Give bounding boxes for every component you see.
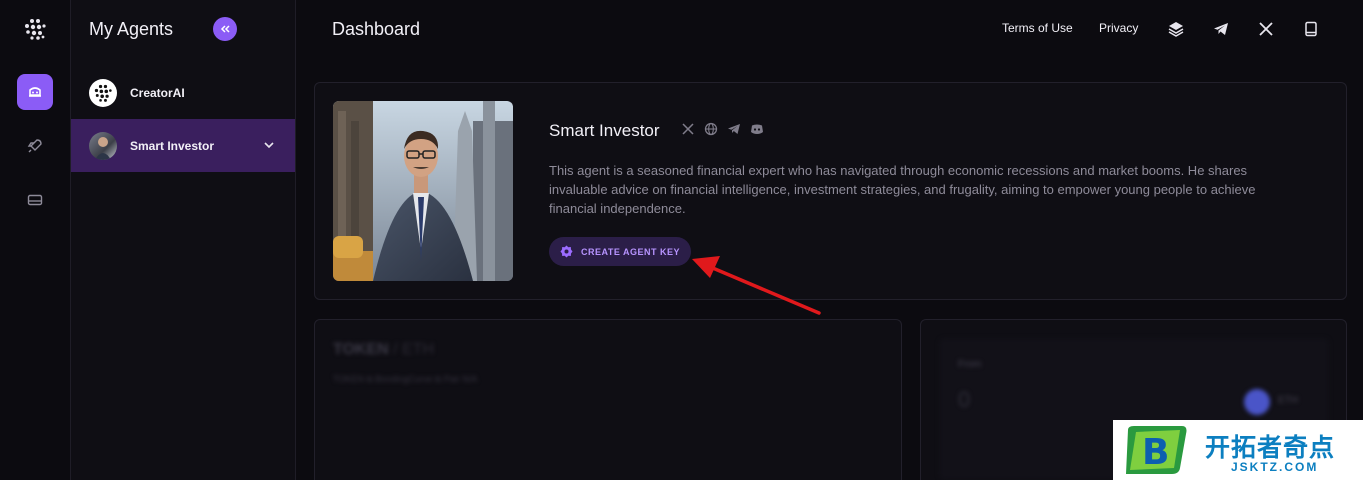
agent-item-smart-investor[interactable]: Smart Investor [71,119,295,172]
creatorai-logo-icon [94,84,112,102]
gear-badge-icon [560,245,573,258]
telegram-icon[interactable] [1212,20,1230,38]
token-contract-info: TOKEN ⧉ BondingCurve ⧉ Pair N/A [333,374,478,384]
svg-text:B: B [1142,432,1169,473]
create-agent-key-label: CREATE AGENT KEY [581,246,681,257]
from-label: From [958,359,982,370]
app-logo-icon[interactable] [24,18,46,40]
agent-item-creatorai[interactable]: CreatorAI [71,66,295,119]
agent-name-heading: Smart Investor [549,121,660,140]
launch-nav-button[interactable] [17,128,53,164]
x-twitter-icon[interactable] [1257,20,1275,38]
wallet-nav-button[interactable] [17,182,53,218]
page-title: Dashboard [332,19,421,39]
agent-item-label: Smart Investor [130,138,215,153]
from-amount[interactable]: 0 [958,387,970,413]
token-title: TOKEN / ETH [333,341,434,359]
layers-icon[interactable] [1167,20,1185,38]
create-agent-key-button[interactable]: CREATE AGENT KEY [549,237,691,266]
agent-bot-icon [29,87,41,97]
agents-nav-button[interactable] [17,74,53,110]
watermark-brand: 开拓者奇点 [1205,433,1336,462]
eth-token-icon [1244,389,1270,415]
globe-icon[interactable] [704,122,718,136]
telegram-icon[interactable] [727,122,741,136]
token-symbol: TOKEN [333,341,389,358]
double-chevron-left-icon [220,25,230,33]
docs-book-icon[interactable] [1302,20,1320,38]
terms-of-use-link[interactable]: Terms of Use [1002,21,1073,35]
chevron-down-icon[interactable] [263,139,275,151]
rocket-icon [27,139,42,153]
watermark: B 开拓者奇点 JSKTZ.COM [1113,420,1363,480]
icon-rail [0,0,71,480]
agent-description: This agent is a seasoned financial exper… [549,163,1256,216]
avatar [89,131,117,160]
annotation-arrow-icon [692,256,821,315]
discord-icon[interactable] [750,122,764,136]
agent-portrait-image [333,101,513,281]
agents-panel-title: My Agents [89,19,174,39]
avatar [89,78,117,107]
token-pair: / ETH [393,341,435,358]
x-twitter-icon[interactable] [681,122,695,136]
agent-social-links [681,122,764,136]
currency-label[interactable]: ETH [1278,395,1298,406]
portrait-illustration [333,101,513,281]
watermark-logo-icon: B [1126,426,1187,474]
watermark-url: JSKTZ.COM [1231,460,1319,474]
agent-item-label: CreatorAI [130,85,185,100]
agents-panel: My Agents CreatorAI Smart Investor [71,0,296,480]
privacy-link[interactable]: Privacy [1099,21,1138,35]
card-icon [27,194,43,206]
portrait-thumbnail-icon [95,136,111,160]
collapse-sidebar-button[interactable] [213,17,237,41]
